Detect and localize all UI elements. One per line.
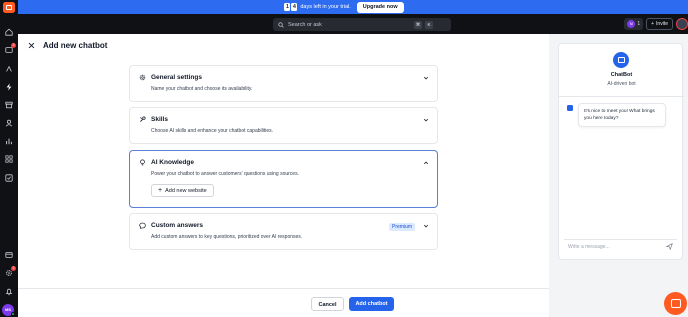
contacts-icon[interactable] (4, 118, 14, 128)
lightbulb-icon (140, 159, 145, 166)
home-icon[interactable] (4, 27, 14, 37)
section-description: Power your chatbot to answer customers' … (151, 171, 299, 177)
shortcut-cmd-key: ⌘ (414, 20, 422, 29)
shortcut-k-key: K (425, 20, 433, 29)
account-avatar[interactable] (676, 18, 688, 30)
checklist-icon[interactable] (4, 173, 14, 183)
left-navigation-rail: 2 2 MS (0, 0, 18, 317)
chevron-down-icon[interactable] (423, 117, 429, 123)
chatbot-name: ChatBot (610, 72, 633, 78)
section-skills[interactable]: Skills Choose AI skills and enhance your… (129, 107, 438, 144)
trial-message: days left in your trial. (300, 4, 351, 10)
gear-icon (139, 74, 146, 81)
online-status-dot (11, 312, 15, 316)
upgrade-now-button[interactable]: Upgrade now (356, 1, 404, 13)
close-icon[interactable] (28, 42, 35, 49)
settings-gear-icon[interactable]: 2 (4, 266, 16, 278)
preview-header: ChatBot AI-driven bot (559, 44, 684, 97)
panel-header: Add new chatbot (18, 34, 549, 56)
trial-days-digit-2: 4 (291, 3, 298, 11)
section-general-settings[interactable]: General settings Name your chatbot and c… (129, 65, 438, 102)
chevron-up-icon[interactable] (423, 160, 429, 166)
automation-bolt-icon[interactable] (4, 82, 14, 92)
section-description: Name your chatbot and choose its availab… (151, 86, 253, 92)
chevron-down-icon[interactable] (423, 75, 429, 81)
chevron-down-icon[interactable] (423, 223, 429, 229)
add-new-website-button[interactable]: + Add new website (151, 184, 214, 197)
tools-icon (140, 116, 146, 122)
chat-icon (670, 299, 681, 308)
trial-days-digit-1: 1 (284, 3, 291, 11)
invite-label: Invite (656, 21, 668, 27)
chatbot-subtitle: AI-driven bot (607, 81, 636, 87)
page-title: Add new chatbot (43, 40, 108, 50)
global-search[interactable]: Search or ask ⌘ K (273, 18, 451, 31)
inbox-icon[interactable]: 2 (4, 43, 16, 55)
plus-icon: + (651, 21, 655, 27)
add-chatbot-button[interactable]: Add chatbot (349, 297, 394, 311)
chat-launcher-button[interactable] (664, 292, 687, 315)
agent-count: 1 (637, 21, 641, 27)
add-chatbot-panel: Add new chatbot General settings Name yo… (18, 34, 549, 317)
user-initials: MS (5, 307, 11, 312)
chat-bubble-icon (139, 222, 146, 229)
settings-badge: 2 (11, 266, 16, 271)
premium-badge: Premium (388, 223, 415, 231)
section-title: AI Knowledge (151, 159, 194, 166)
billing-card-icon[interactable] (4, 250, 14, 260)
online-agents-counter[interactable]: M 1 (624, 18, 644, 30)
send-icon[interactable] (666, 243, 673, 250)
user-avatar[interactable]: MS (2, 304, 15, 316)
trial-banner: 1 4 days left in your trial. Upgrade now (0, 0, 688, 14)
plus-icon: + (158, 187, 163, 194)
section-title: General settings (151, 74, 202, 81)
notifications-bell-icon[interactable] (4, 287, 14, 297)
agent-avatar: M (627, 20, 636, 28)
search-icon (278, 21, 284, 28)
message-input[interactable] (568, 243, 663, 250)
chatbot-logo-icon (613, 52, 629, 68)
section-ai-knowledge[interactable]: AI Knowledge Power your chatbot to answe… (129, 150, 438, 208)
section-custom-answers[interactable]: Custom answers Add custom answers to key… (129, 213, 438, 250)
cancel-button[interactable]: Cancel (311, 297, 344, 311)
section-description: Choose AI skills and enhance your chatbo… (151, 128, 274, 134)
invite-button[interactable]: + Invite (646, 18, 673, 30)
inbox-badge: 2 (11, 43, 16, 48)
message-composer (564, 239, 677, 253)
reports-icon[interactable] (4, 136, 14, 146)
panel-footer: Cancel Add chatbot (18, 288, 549, 317)
bot-avatar-icon (567, 105, 573, 111)
greeting-message: It's nice to meet you! What brings you h… (578, 103, 666, 127)
section-description: Add custom answers to key questions, pri… (151, 234, 303, 240)
chat-widget-preview: ChatBot AI-driven bot It's nice to meet … (558, 43, 684, 260)
archive-icon[interactable] (4, 100, 14, 110)
app-logo[interactable] (3, 1, 15, 13)
apps-icon[interactable] (4, 154, 14, 164)
routing-icon[interactable] (4, 64, 14, 74)
top-bar: Search or ask ⌘ K M 1 + Invite (18, 14, 688, 34)
section-title: Skills (151, 116, 168, 123)
section-title: Custom answers (151, 222, 204, 229)
search-placeholder: Search or ask (288, 21, 322, 28)
add-new-website-label: Add new website (165, 187, 207, 194)
